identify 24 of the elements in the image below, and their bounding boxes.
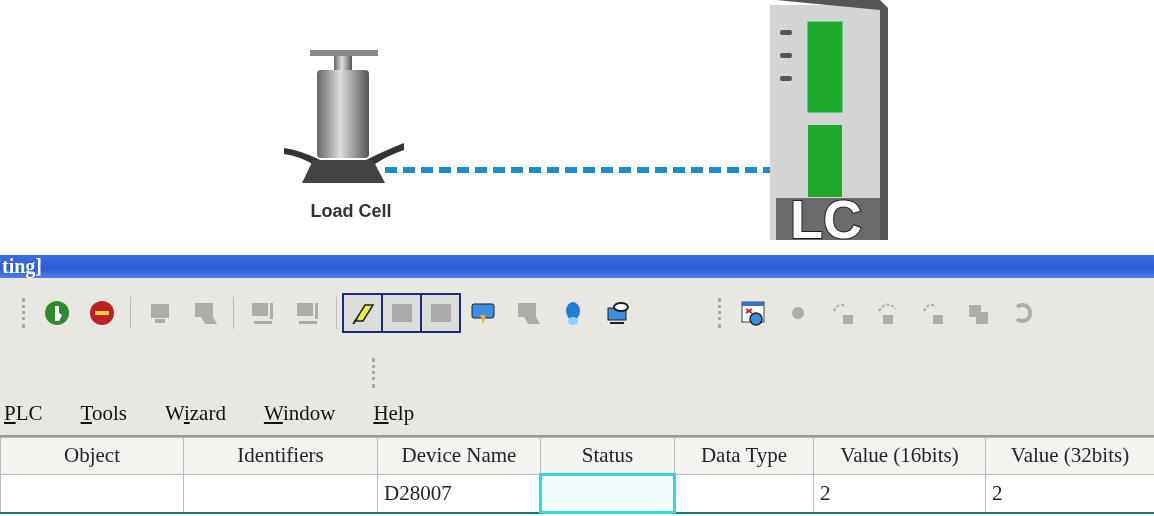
column-header[interactable]: Identifiers [183,437,378,475]
stop-icon [87,299,116,327]
column-header[interactable]: Status [540,437,675,475]
window-title: ting] [0,255,1154,278]
menu-item[interactable]: PLC [4,397,43,430]
module-label: LC [790,189,862,240]
toolbar-button[interactable] [342,293,383,333]
menu-item[interactable]: Window [263,397,336,430]
column-header[interactable]: Object [0,437,184,475]
table-cell[interactable] [0,474,184,513]
table-cell[interactable]: 2 [813,474,986,513]
table-cell[interactable] [540,474,675,513]
table-cell[interactable] [674,474,814,513]
menu-item[interactable]: Help [373,397,415,430]
column-header[interactable]: Value (16bits) [813,437,986,475]
column-header[interactable]: Value (32bits) [985,437,1154,475]
play-icon [42,299,71,327]
menu-item[interactable]: Tools [80,397,127,430]
table-cell[interactable] [183,474,378,513]
column-header[interactable]: Data Type [674,437,814,475]
eye-window-icon [738,299,767,327]
column-header[interactable]: Device Name [377,437,541,475]
menu-item[interactable]: Wizard [164,397,226,430]
sensor-label: Load Cell [310,201,392,221]
